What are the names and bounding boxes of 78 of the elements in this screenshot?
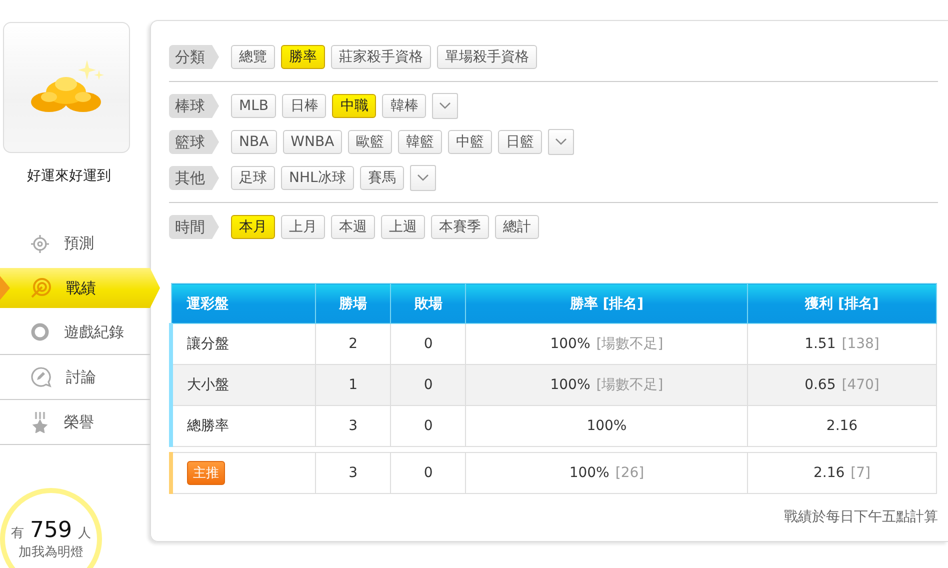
filter-chip[interactable]: 總覽	[231, 45, 275, 69]
table-cell: 3	[348, 418, 358, 434]
filter-chip[interactable]: 日棒	[282, 94, 326, 118]
filter-chip[interactable]: 單場殺手資格	[437, 45, 537, 69]
filter-chip[interactable]: 本月	[231, 215, 275, 239]
chevron-down-icon	[416, 174, 429, 182]
filter-label: 時間	[169, 215, 219, 239]
table-cell: 2	[348, 336, 358, 352]
table-cell: 100%	[550, 336, 590, 352]
filter-chip[interactable]: MLB	[231, 94, 276, 118]
fans-badge: 有 759 人 加我為明燈	[0, 488, 102, 568]
nav-item[interactable]: 遊戲紀錄	[0, 310, 150, 355]
nav-item[interactable]: 討論	[0, 355, 150, 400]
filter-label: 其他	[169, 166, 219, 190]
rank-text: [470]	[842, 377, 880, 393]
dropdown-button[interactable]	[410, 165, 436, 191]
table-cell: 100%	[586, 418, 627, 434]
column-header: 獲利 [排名]	[748, 284, 936, 324]
table-cell: 2.16	[813, 465, 845, 481]
filter-chip[interactable]: 本賽季	[431, 215, 489, 239]
table-cell: 1.51	[804, 336, 836, 352]
filter-chip[interactable]: 賽馬	[360, 166, 404, 190]
column-header: 勝場	[315, 284, 391, 324]
table-cell: 100%	[569, 465, 610, 481]
nav-item[interactable]: 戰績	[0, 268, 160, 308]
table-cell: 0	[424, 336, 433, 352]
table-cell: 讓分盤	[187, 336, 229, 352]
chat-pencil-icon	[30, 366, 52, 388]
medal-star-icon	[30, 411, 50, 433]
table-cell: 0	[424, 377, 433, 393]
table-cell: 1	[348, 377, 358, 393]
filter-chip[interactable]: 中職	[332, 94, 376, 118]
filter-chip[interactable]: 足球	[231, 166, 275, 190]
username: 好運來好運到	[26, 167, 112, 185]
filter-chip[interactable]: 總計	[495, 215, 539, 239]
chevron-down-icon	[439, 102, 452, 110]
table-cell: 大小盤	[187, 377, 229, 393]
crosshair-icon	[30, 234, 50, 254]
footnote: 戰績於每日下午五點計算	[784, 508, 938, 526]
featured-badge: 主推	[187, 461, 225, 485]
table-cell: 0	[424, 418, 433, 434]
filter-chip[interactable]: 日籃	[498, 130, 542, 154]
rank-text: [138]	[842, 336, 880, 352]
filter-label: 棒球	[169, 94, 219, 118]
filter-chip[interactable]: NBA	[231, 130, 277, 154]
rank-text: [場數不足]	[596, 336, 664, 352]
table-cell: 0.65	[804, 377, 836, 393]
filter-chip[interactable]: 本週	[331, 215, 375, 239]
filter-chip[interactable]: 韓籃	[398, 130, 442, 154]
dropdown-button[interactable]	[432, 93, 458, 119]
rank-text: [場數不足]	[596, 377, 664, 393]
filter-chip[interactable]: NHL冰球	[281, 166, 354, 190]
filter-chip[interactable]: 歐籃	[348, 130, 392, 154]
ring-icon	[30, 322, 50, 342]
nav-item[interactable]: 榮譽	[0, 400, 150, 445]
chevron-down-icon	[555, 138, 568, 146]
filter-chip[interactable]: 上週	[381, 215, 425, 239]
filter-chip[interactable]: 中籃	[448, 130, 492, 154]
filter-chip[interactable]: 勝率	[281, 45, 325, 69]
filter-chip[interactable]: 上月	[281, 215, 325, 239]
filter-chip[interactable]: 莊家殺手資格	[331, 45, 431, 69]
filter-label: 籃球	[169, 130, 219, 154]
rank-text: [26]	[615, 465, 644, 481]
table-cell: 2.16	[826, 418, 858, 434]
filter-chip[interactable]: 韓棒	[382, 94, 426, 118]
table-cell: 3	[348, 465, 358, 481]
dropdown-button[interactable]	[548, 129, 574, 155]
filter-label: 分類	[169, 45, 219, 69]
filter-chip[interactable]: WNBA	[282, 130, 342, 154]
table-cell: 總勝率	[187, 418, 229, 434]
column-header: 敗場	[390, 284, 466, 324]
table-cell: 0	[424, 465, 433, 481]
target-icon	[30, 277, 52, 299]
column-header: 勝率 [排名]	[466, 284, 748, 324]
nav-item[interactable]: 預測	[0, 221, 150, 266]
rank-text: [7]	[850, 465, 870, 481]
table-cell: 100%	[550, 377, 590, 393]
column-header: 運彩盤	[171, 284, 316, 324]
